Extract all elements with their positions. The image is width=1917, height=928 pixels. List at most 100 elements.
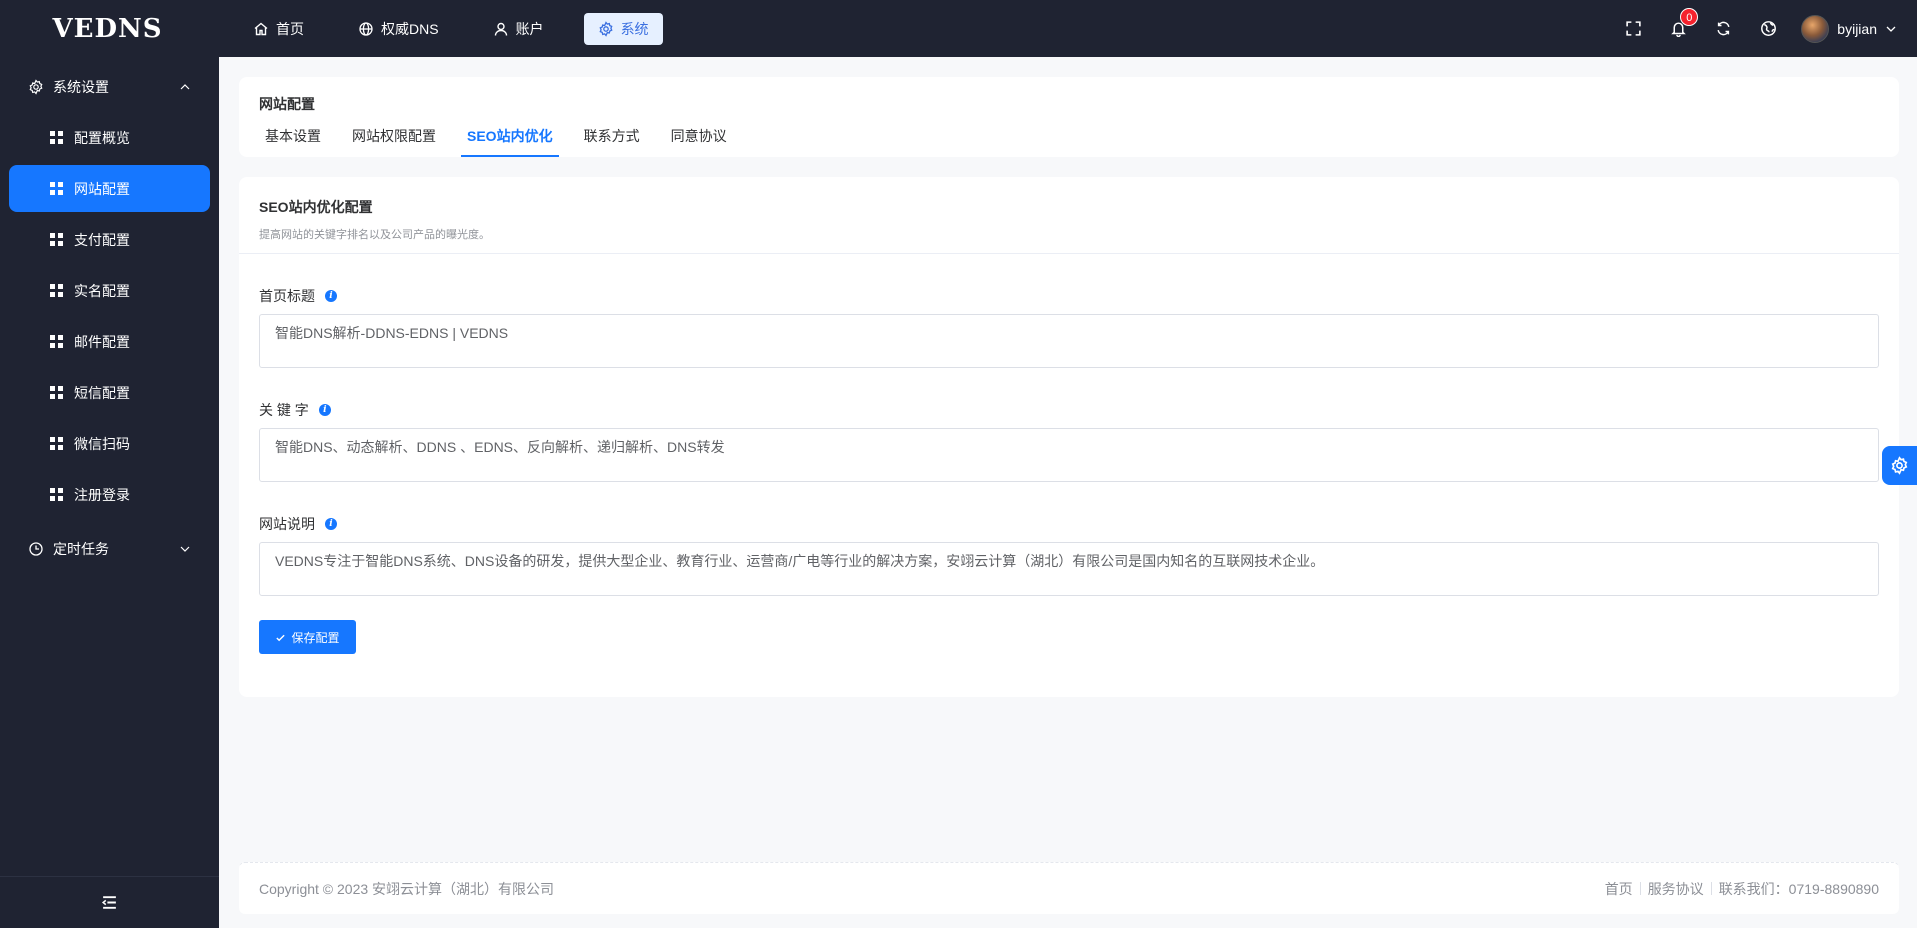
tab-basic-settings[interactable]: 基本设置: [259, 126, 327, 157]
homepage-title-label: 首页标题 i: [259, 286, 337, 306]
nav-home[interactable]: 首页: [239, 13, 318, 45]
keywords-label: 关 键 字 i: [259, 400, 331, 420]
grid-icon: [50, 131, 63, 144]
refresh-button[interactable]: [1701, 0, 1746, 57]
user-icon: [494, 22, 507, 36]
chevron-down-icon: [1886, 26, 1896, 32]
field-label-text: 首页标题: [259, 288, 315, 304]
sidebar-item-mail-config[interactable]: 邮件配置: [9, 318, 210, 365]
home-icon: [254, 22, 268, 35]
top-nav: 首页 权威DNS 账户 系统: [239, 12, 685, 45]
tab-site-permissions[interactable]: 网站权限配置: [346, 126, 442, 157]
sidebar-item-realname-config[interactable]: 实名配置: [9, 267, 210, 314]
seo-config-card: SEO站内优化配置 提高网站的关键字排名以及公司产品的曝光度。 首页标题 i 智…: [239, 177, 1899, 697]
save-button[interactable]: 保存配置: [259, 620, 356, 654]
field-label-text: 关 键 字: [259, 402, 309, 418]
footer-link-home[interactable]: 首页: [1605, 879, 1633, 899]
sidebar-collapse-button[interactable]: [0, 876, 219, 928]
language-globe-icon: [1761, 21, 1777, 36]
page-title: 网站配置: [259, 96, 315, 112]
sidebar-item-register-login[interactable]: 注册登录: [9, 471, 210, 518]
grid-icon: [50, 437, 63, 450]
nav-system-label: 系统: [620, 20, 649, 37]
sidebar-item-payment-config[interactable]: 支付配置: [9, 216, 210, 263]
settings-icon: [29, 79, 43, 95]
section-description: 提高网站的关键字排名以及公司产品的曝光度。: [259, 229, 490, 241]
sidebar: 系统设置 配置概览 网站配置 支付配置 实名配置 邮件配置 短信配置 微信扫码 …: [0, 57, 219, 928]
fullscreen-button[interactable]: [1611, 0, 1656, 57]
gear-icon: [599, 20, 613, 37]
tab-contact[interactable]: 联系方式: [578, 126, 646, 157]
sidebar-item-label: 网站配置: [74, 180, 130, 197]
section-title: SEO站内优化配置: [259, 199, 373, 215]
chevron-up-icon: [180, 84, 190, 90]
sidebar-item-sms-config[interactable]: 短信配置: [9, 369, 210, 416]
refresh-icon: [1717, 21, 1730, 36]
footer-link-contact[interactable]: 联系我们：0719-8890890: [1719, 879, 1879, 899]
username: byijian: [1837, 20, 1877, 37]
sidebar-group-label: 定时任务: [53, 541, 109, 557]
divider: [1639, 882, 1641, 895]
nav-account-label: 账户: [515, 20, 544, 37]
logo[interactable]: VEDNS: [0, 0, 219, 57]
sidebar-item-label: 支付配置: [74, 231, 130, 248]
clock-icon: [29, 542, 43, 556]
globe-icon: [359, 21, 373, 36]
sidebar-item-label: 邮件配置: [74, 333, 130, 350]
sidebar-item-label: 短信配置: [74, 384, 130, 401]
theme-settings-button[interactable]: [1882, 446, 1917, 485]
footer-link-terms[interactable]: 服务协议: [1648, 879, 1704, 899]
sidebar-item-label: 实名配置: [74, 282, 130, 299]
sidebar-group-label: 系统设置: [53, 79, 109, 95]
page-header-card: 网站配置 基本设置 网站权限配置 SEO站内优化 联系方式 同意协议: [239, 77, 1899, 157]
nav-account[interactable]: 账户: [479, 13, 558, 45]
avatar: [1801, 14, 1830, 43]
sidebar-item-label: 微信扫码: [74, 435, 130, 452]
grid-icon: [50, 335, 63, 348]
info-icon[interactable]: i: [325, 518, 337, 530]
grid-icon: [50, 284, 63, 297]
nav-home-label: 首页: [276, 20, 304, 37]
field-label-text: 网站说明: [259, 516, 315, 532]
copyright-text: Copyright © 2023 安翊云计算（湖北）有限公司: [259, 880, 555, 897]
menu-fold-icon: [101, 896, 116, 909]
site-description-input[interactable]: VEDNS专注于智能DNS系统、DNS设备的研发，提供大型企业、教育行业、运营商…: [259, 542, 1879, 596]
grid-icon: [50, 182, 63, 195]
footer-links: 首页 服务协议 联系我们：0719-8890890: [1605, 879, 1879, 899]
language-button[interactable]: [1746, 0, 1791, 57]
top-right-tools: 0 byijian: [1611, 0, 1917, 57]
footer: Copyright © 2023 安翊云计算（湖北）有限公司 首页 服务协议 联…: [239, 862, 1899, 914]
check-icon: [276, 634, 286, 641]
info-icon[interactable]: i: [318, 404, 331, 416]
save-button-label: 保存配置: [291, 630, 340, 645]
grid-icon: [50, 488, 63, 501]
site-description-label: 网站说明 i: [259, 514, 337, 534]
chevron-down-icon: [180, 546, 190, 552]
nav-dns-label: 权威DNS: [381, 20, 439, 37]
nav-dns[interactable]: 权威DNS: [344, 13, 453, 45]
nav-system[interactable]: 系统: [583, 12, 663, 45]
user-menu[interactable]: byijian: [1801, 14, 1897, 43]
notification-badge: 0: [1680, 8, 1699, 26]
fullscreen-icon: [1626, 21, 1641, 36]
homepage-title-input[interactable]: 智能DNS解析-DDNS-EDNS | VEDNS: [259, 314, 1879, 368]
gear-icon: [1891, 456, 1908, 475]
sidebar-group-system-settings[interactable]: 系统设置: [0, 60, 219, 114]
sidebar-group-scheduled-tasks[interactable]: 定时任务: [0, 522, 219, 576]
keywords-input[interactable]: 智能DNS、动态解析、DDNS 、EDNS、反向解析、递归解析、DNS转发: [259, 428, 1879, 482]
sidebar-item-config-overview[interactable]: 配置概览: [9, 114, 210, 161]
grid-icon: [50, 233, 63, 246]
tab-seo[interactable]: SEO站内优化: [461, 126, 559, 157]
top-bar: VEDNS 首页 权威DNS 账户 系统 0 byijian: [0, 0, 1917, 57]
divider: [1710, 882, 1712, 895]
section-header: SEO站内优化配置 提高网站的关键字排名以及公司产品的曝光度。: [239, 177, 1899, 254]
sidebar-item-label: 注册登录: [74, 486, 130, 503]
info-icon[interactable]: i: [325, 290, 337, 302]
sidebar-item-label: 配置概览: [74, 129, 130, 146]
notification-button[interactable]: 0: [1656, 0, 1701, 57]
sidebar-item-site-config[interactable]: 网站配置: [9, 165, 210, 212]
tab-agreement[interactable]: 同意协议: [665, 126, 733, 157]
tab-bar: 基本设置 网站权限配置 SEO站内优化 联系方式 同意协议: [259, 126, 752, 157]
grid-icon: [50, 386, 63, 399]
sidebar-item-wechat-scan[interactable]: 微信扫码: [9, 420, 210, 467]
